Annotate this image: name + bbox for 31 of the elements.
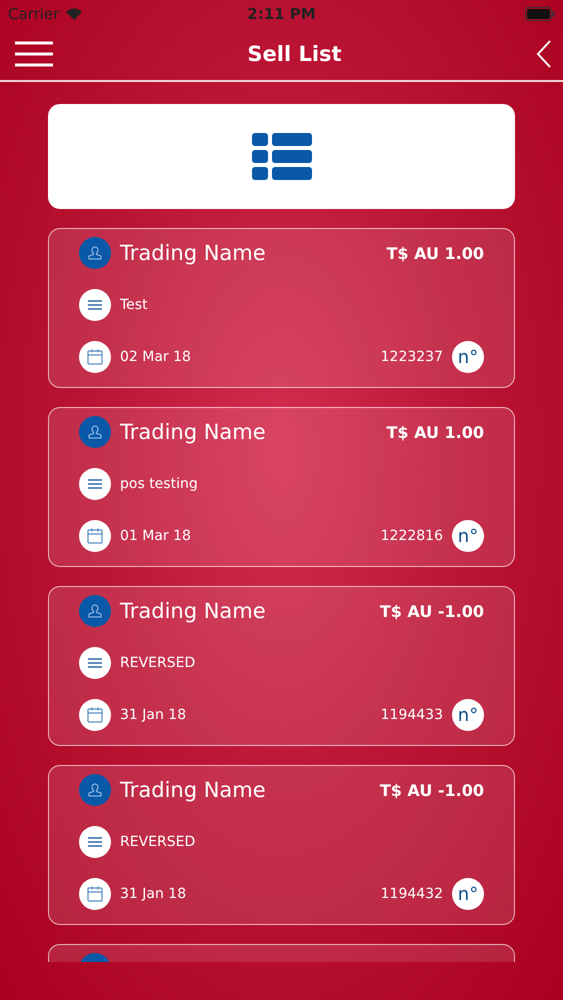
sale-amount: T$ AU 1.00 xyxy=(386,422,484,442)
sale-note: REVERSED xyxy=(120,834,196,850)
sale-card[interactable]: Trading Name T$ AU 1.00 pos testing 01 Mar 18 1222816 n° xyxy=(48,407,515,567)
clock-time: 2:11 PM xyxy=(247,5,316,23)
number-badge: n° xyxy=(452,878,484,910)
sale-note: pos testing xyxy=(120,476,198,492)
sale-number: 1194432 xyxy=(380,886,443,902)
trader-name: Trading Name xyxy=(120,599,266,623)
sale-date: 31 Jan 18 xyxy=(120,886,186,902)
number-badge: n° xyxy=(452,699,484,731)
carrier-label: Carrier xyxy=(8,5,60,23)
sale-date: 01 Mar 18 xyxy=(120,528,191,544)
sale-amount: T$ AU -1.00 xyxy=(380,602,484,620)
number-badge: n° xyxy=(452,341,484,373)
number-badge: n° xyxy=(452,520,484,552)
sale-date: 02 Mar 18 xyxy=(120,349,191,365)
trader-name: Trading Name xyxy=(120,241,266,265)
sale-number: 1222816 xyxy=(380,528,443,544)
trader-name: Trading Name xyxy=(120,778,266,802)
sale-date: 31 Jan 18 xyxy=(120,707,186,723)
sale-amount: T$ AU -1.00 xyxy=(380,780,484,800)
sale-note: REVERSED xyxy=(120,655,196,671)
sale-card[interactable]: Trading Name T$ AU 1.00 Test 02 Mar 18 1223237 n° xyxy=(48,228,515,388)
sale-note: Test xyxy=(120,297,148,313)
sale-card[interactable]: Trading Name T$ AU -1.00 REVERSED 31 Jan 18 1194432 n° xyxy=(48,765,515,925)
sale-number: 1194433 xyxy=(380,707,443,723)
page-title: Sell List xyxy=(247,42,342,66)
sale-card[interactable]: Trading Name T$ AU -1.00 REVERSED 31 Jan 18 1194433 n° xyxy=(48,586,515,746)
sale-number: 1223237 xyxy=(380,349,443,365)
sale-amount: T$ AU 1.00 xyxy=(386,244,484,262)
trader-name: Trading Name xyxy=(120,420,266,444)
